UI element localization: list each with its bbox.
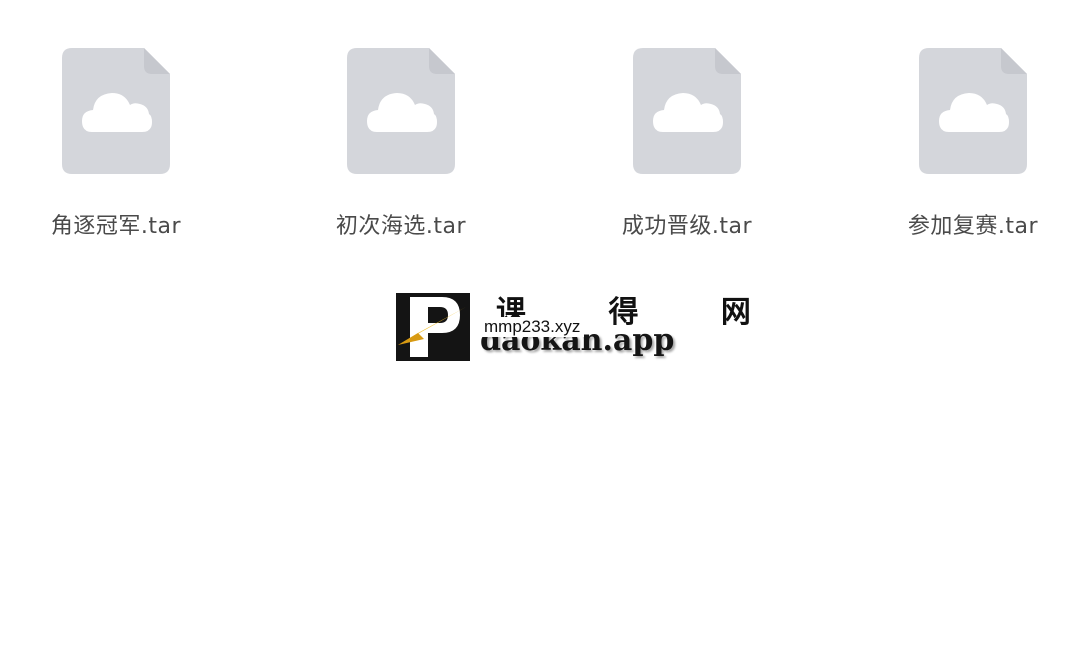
file-name: 成功晋级.tar [621, 214, 753, 239]
file-item-2[interactable]: 初次海选.tar [291, 46, 511, 256]
cloud-file-icon [633, 48, 741, 174]
file-item-3[interactable]: 成功晋级.tar [577, 46, 797, 256]
watermark-overlay-text: mmp233.xyz [480, 317, 585, 337]
file-name: 参加复赛.tar [907, 214, 1039, 239]
cloud-file-icon [919, 48, 1027, 174]
cloud-file-icon [347, 48, 455, 174]
file-name: 初次海选.tar [335, 214, 467, 239]
file-item-4[interactable]: 参加复赛.tar [863, 46, 1080, 256]
file-grid: 角逐冠军.tar 初次海选.tar 成功晋级.tar 参加复赛.tar [0, 0, 1080, 270]
cloud-file-icon [62, 48, 170, 174]
watermark: 课 得 网 daokan.app mmp233.xyz [396, 293, 751, 363]
watermark-logo-icon [396, 293, 470, 361]
file-name: 角逐冠军.tar [50, 214, 182, 239]
file-item-1[interactable]: 角逐冠军.tar [6, 46, 226, 256]
